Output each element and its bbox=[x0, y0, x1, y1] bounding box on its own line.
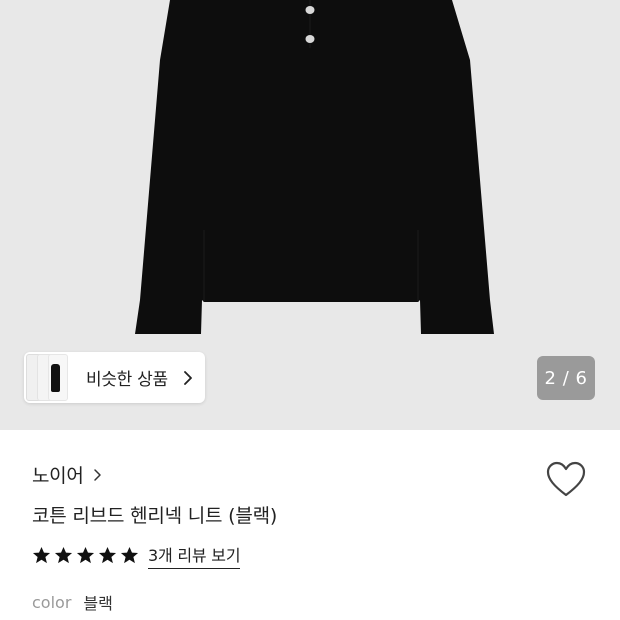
product-title: 코튼 리브드 헨리넥 니트 (블랙) bbox=[32, 505, 278, 527]
heart-outline-icon[interactable] bbox=[545, 460, 587, 500]
star-filled-icon bbox=[98, 546, 117, 564]
rating-row: 3개 리뷰 보기 bbox=[32, 542, 241, 569]
brand-link[interactable]: 노이어 bbox=[32, 461, 104, 488]
brand-name: 노이어 bbox=[32, 465, 84, 487]
option-label: color bbox=[32, 592, 72, 612]
star-filled-icon bbox=[120, 546, 139, 564]
similar-products-label: 비슷한 상품 bbox=[86, 370, 168, 390]
chevron-right-icon bbox=[183, 370, 192, 385]
similar-thumbnail-garment bbox=[51, 364, 60, 392]
star-filled-icon bbox=[76, 546, 95, 564]
option-value: 블랙 bbox=[83, 594, 113, 613]
chevron-right-icon bbox=[93, 468, 101, 481]
rating-stars bbox=[32, 546, 142, 565]
similar-thumbnail-stack bbox=[24, 352, 68, 403]
star-filled-icon bbox=[54, 546, 73, 564]
color-option-row: color 블랙 bbox=[32, 590, 113, 614]
image-page-counter: 2 / 6 bbox=[537, 356, 595, 400]
view-reviews-link[interactable]: 3개 리뷰 보기 bbox=[148, 542, 241, 569]
similar-products-button[interactable]: 비슷한 상품 bbox=[24, 352, 205, 403]
star-filled-icon bbox=[32, 546, 51, 564]
product-image-gallery[interactable]: 비슷한 상품 2 / 6 bbox=[0, 0, 620, 430]
